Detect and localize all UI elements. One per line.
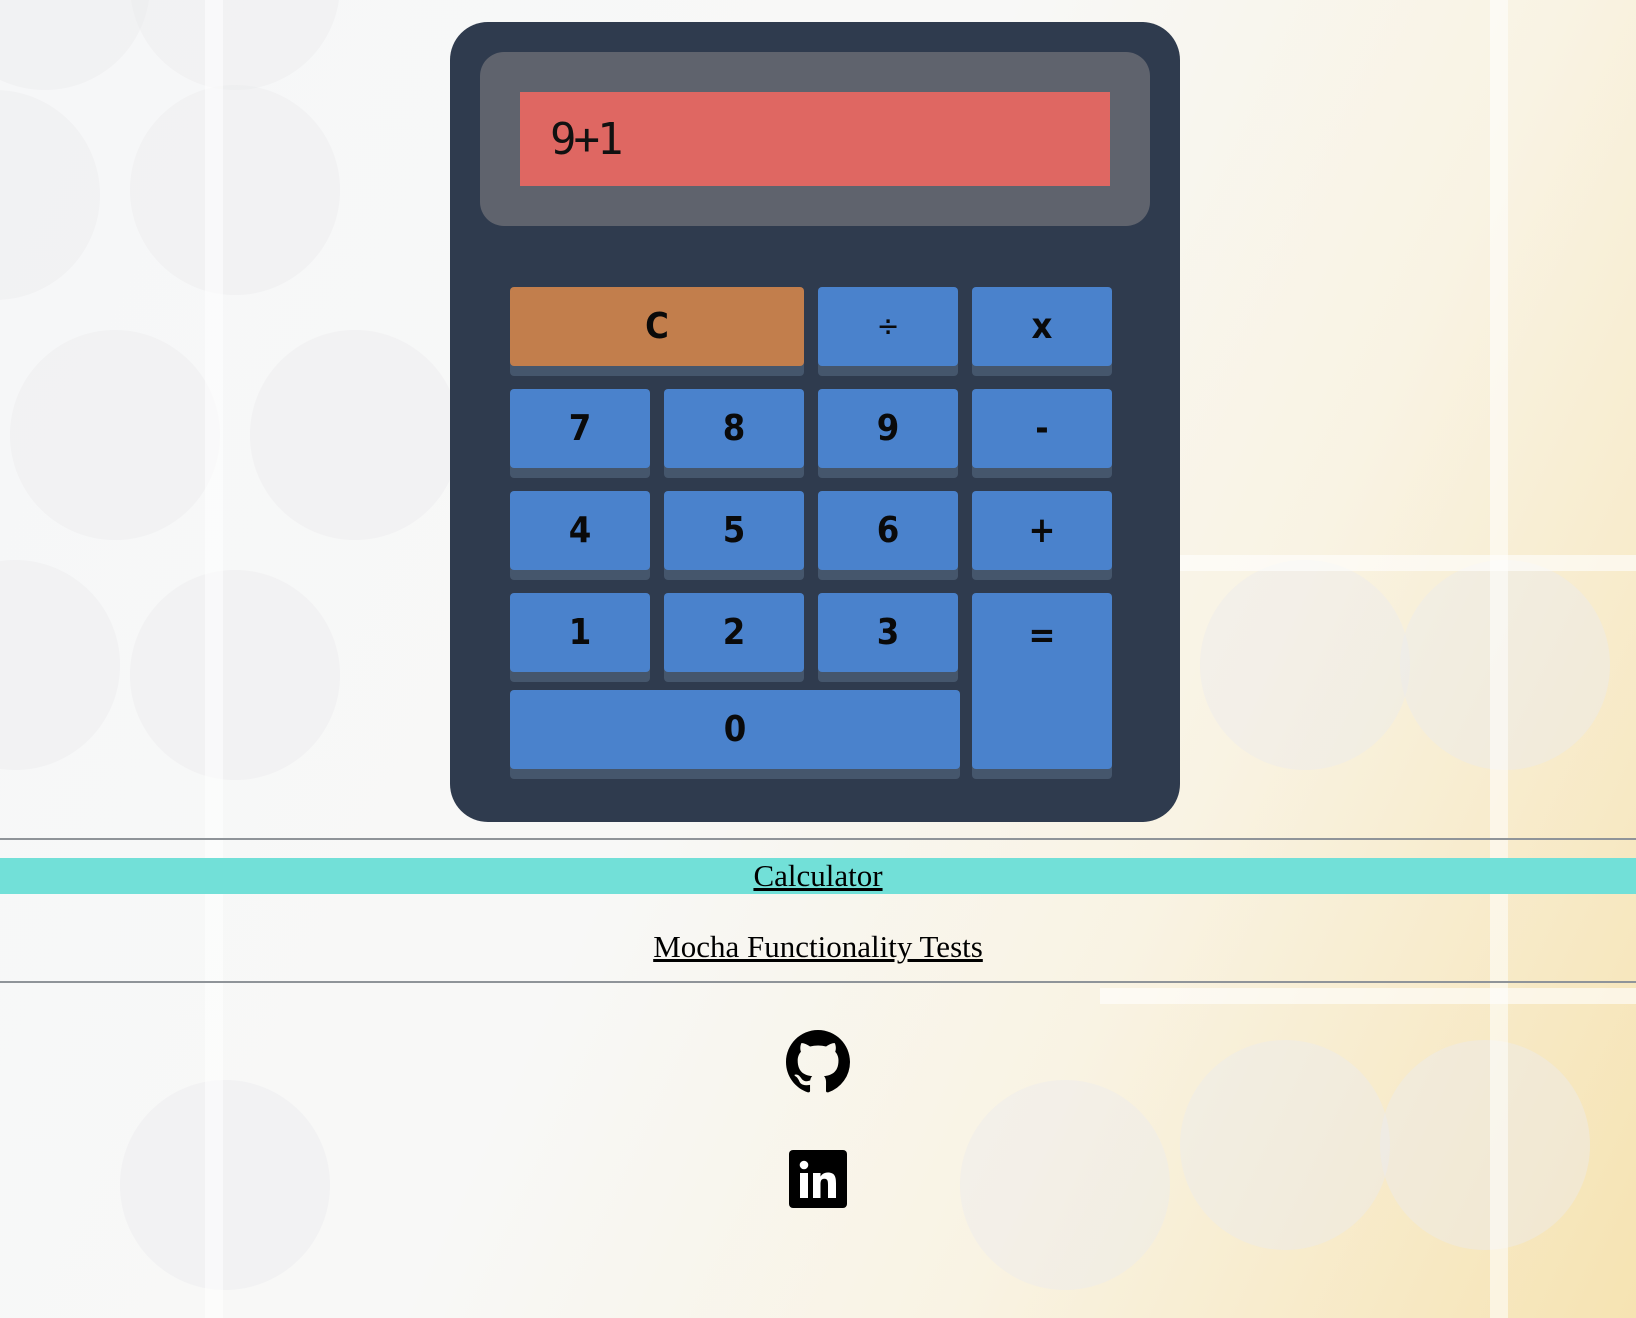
calculator-link[interactable]: Calculator [753, 858, 882, 893]
bottom-divider [0, 981, 1636, 983]
eight-button[interactable]: 8 [664, 389, 804, 468]
github-link[interactable] [786, 1030, 850, 1094]
seven-button[interactable]: 7 [510, 389, 650, 468]
subtract-button[interactable]: - [972, 389, 1112, 468]
multiply-button[interactable]: x [972, 287, 1112, 366]
five-button[interactable]: 5 [664, 491, 804, 570]
nine-button[interactable]: 9 [818, 389, 958, 468]
linkedin-icon [789, 1150, 847, 1208]
github-icon [786, 1030, 850, 1093]
tests-row: Mocha Functionality Tests [0, 925, 1636, 975]
divide-button[interactable]: ÷ [818, 287, 958, 366]
top-divider [0, 838, 1636, 840]
display-frame: 9+1 [480, 52, 1150, 226]
calculator: 9+1 C ÷ x 7 8 9 - 4 5 6 + 1 2 3 = 0 [450, 22, 1180, 822]
add-button[interactable]: + [972, 491, 1112, 570]
mocha-tests-link[interactable]: Mocha Functionality Tests [653, 929, 983, 964]
equals-button[interactable]: = [972, 593, 1112, 769]
six-button[interactable]: 6 [818, 491, 958, 570]
one-button[interactable]: 1 [510, 593, 650, 672]
nav-bar: Calculator [0, 858, 1636, 894]
four-button[interactable]: 4 [510, 491, 650, 570]
two-button[interactable]: 2 [664, 593, 804, 672]
calculator-display: 9+1 [520, 92, 1110, 186]
zero-button[interactable]: 0 [510, 690, 960, 769]
linkedin-link[interactable] [789, 1150, 847, 1208]
three-button[interactable]: 3 [818, 593, 958, 672]
clear-button[interactable]: C [510, 287, 804, 366]
